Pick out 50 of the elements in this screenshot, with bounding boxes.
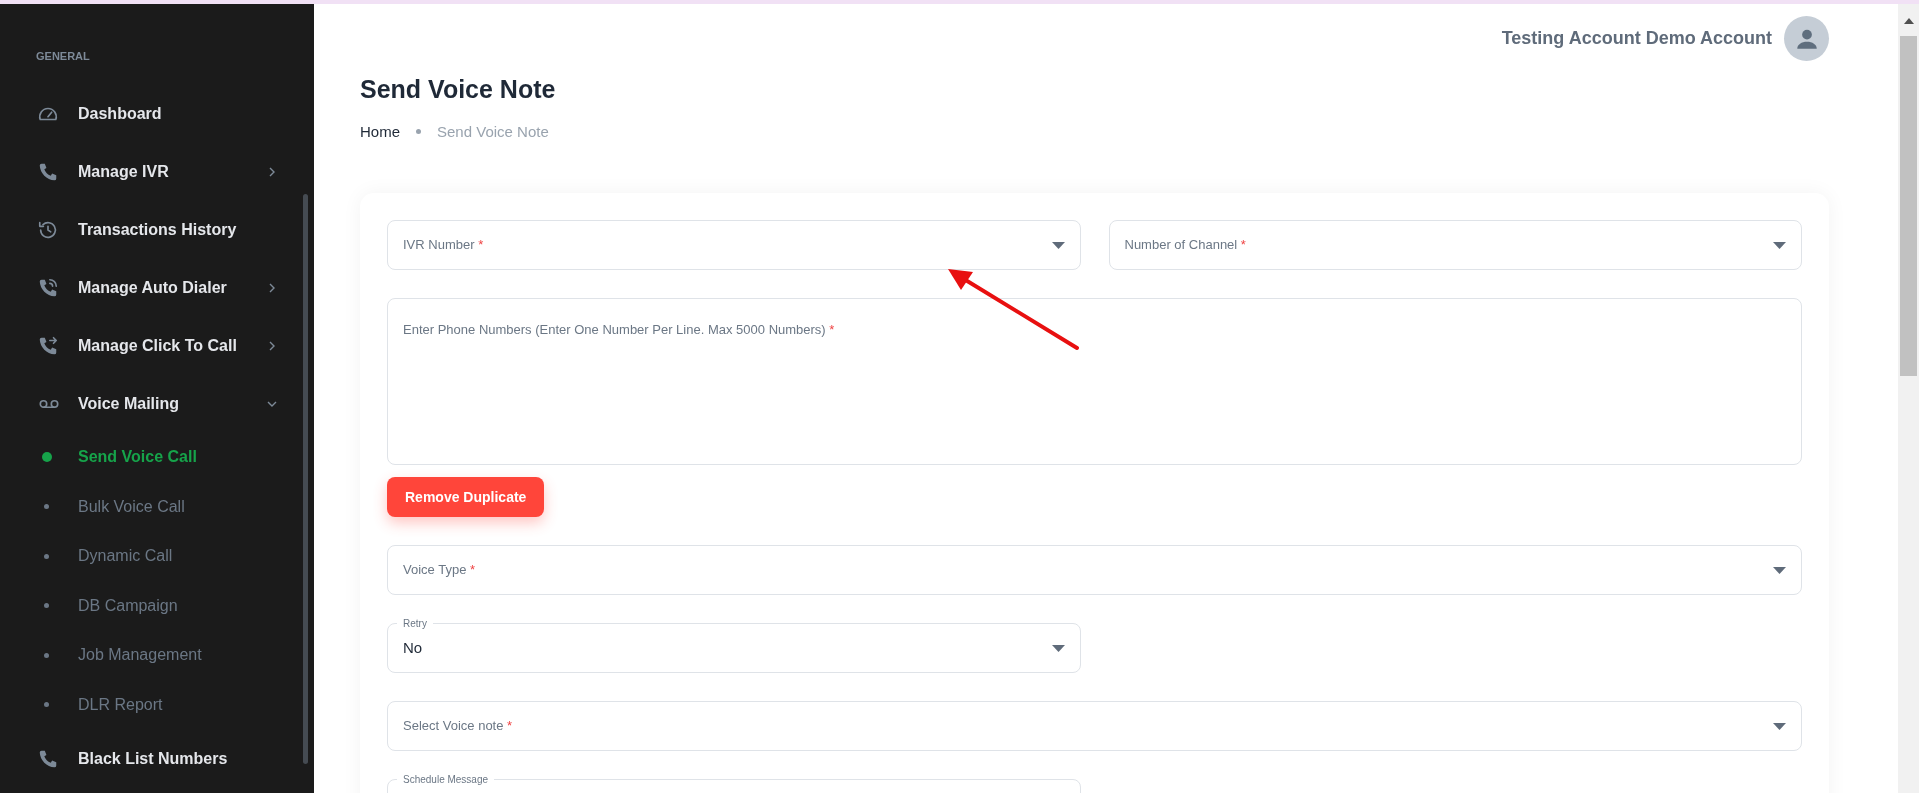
avatar-icon[interactable] <box>1784 16 1829 61</box>
phone-call-icon <box>37 276 59 299</box>
bullet-icon <box>44 553 49 559</box>
submenu-item[interactable]: Send Voice Call <box>0 432 314 482</box>
sidebar-item[interactable]: Voice Mailing <box>0 374 314 433</box>
floating-label: Schedule Message <box>397 772 495 787</box>
sidebar-item[interactable]: Black List Numbers <box>0 729 314 788</box>
page-title: Send Voice Note <box>360 74 557 105</box>
phone-forward-icon <box>37 334 59 357</box>
bullet-icon <box>44 702 49 708</box>
select-field[interactable]: IVR Number * <box>387 220 1081 270</box>
dropdown-caret-icon <box>1051 644 1065 652</box>
phone-numbers-field[interactable]: Enter Phone Numbers (Enter One Number Per Line. Max 5000 Numbers) * <box>387 298 1802 465</box>
sidebar-item[interactable]: Manage Click To Call <box>0 316 314 375</box>
submenu-item[interactable]: Bulk Voice Call <box>0 482 314 532</box>
section-label: GENERAL <box>35 49 91 64</box>
field-placeholder: Number of Channel * <box>1124 236 1247 255</box>
select-field[interactable]: Number of Channel * <box>1108 220 1802 270</box>
scrollbar-thumb[interactable] <box>1900 36 1917 376</box>
scroll-up-icon[interactable] <box>1903 18 1914 24</box>
field-placeholder: Voice Type * <box>403 561 477 580</box>
field-label: Enter Phone Numbers (Enter One Number Per Line. Max 5000 Numbers) * <box>403 322 835 337</box>
breadcrumb-link[interactable]: Home <box>360 120 400 143</box>
select-field[interactable]: Select Voice note * <box>387 701 1802 751</box>
dropdown-caret-icon <box>1773 566 1786 574</box>
field-value: No <box>403 637 424 658</box>
dropdown-caret-icon <box>1773 241 1786 249</box>
select-field[interactable]: Voice Type * <box>387 545 1802 595</box>
submenu-item[interactable]: DLR Report <box>0 680 314 730</box>
breadcrumb-current: Send Voice Note <box>437 121 549 142</box>
bullet-icon <box>44 504 49 510</box>
bullet-icon <box>44 652 49 658</box>
page-scrollbar[interactable] <box>1898 4 1919 793</box>
dropdown-caret-icon <box>1773 722 1786 730</box>
field-placeholder: Select Voice note * <box>403 717 514 736</box>
sidebar-item[interactable]: Transactions History <box>0 200 314 259</box>
breadcrumb-separator <box>416 129 421 135</box>
remove-duplicate-button[interactable]: Remove Duplicate <box>387 477 545 517</box>
sidebar-item[interactable]: Manage Auto Dialer <box>0 258 314 317</box>
submenu-item[interactable]: Job Management <box>0 630 314 680</box>
sidebar-item[interactable]: Dashboard <box>0 84 314 143</box>
floating-label: Retry <box>397 616 433 631</box>
bullet-icon <box>44 603 49 609</box>
submenu-item[interactable]: Dynamic Call <box>0 531 314 581</box>
dropdown-caret-icon <box>1051 241 1065 249</box>
sidebar-scrollbar[interactable] <box>303 194 308 764</box>
field-placeholder: IVR Number * <box>403 236 485 255</box>
user-name[interactable]: Testing Account Demo Account <box>1501 25 1772 52</box>
sidebar-item[interactable]: Manage IVR <box>0 142 314 201</box>
submenu-item[interactable]: DB Campaign <box>0 581 314 631</box>
